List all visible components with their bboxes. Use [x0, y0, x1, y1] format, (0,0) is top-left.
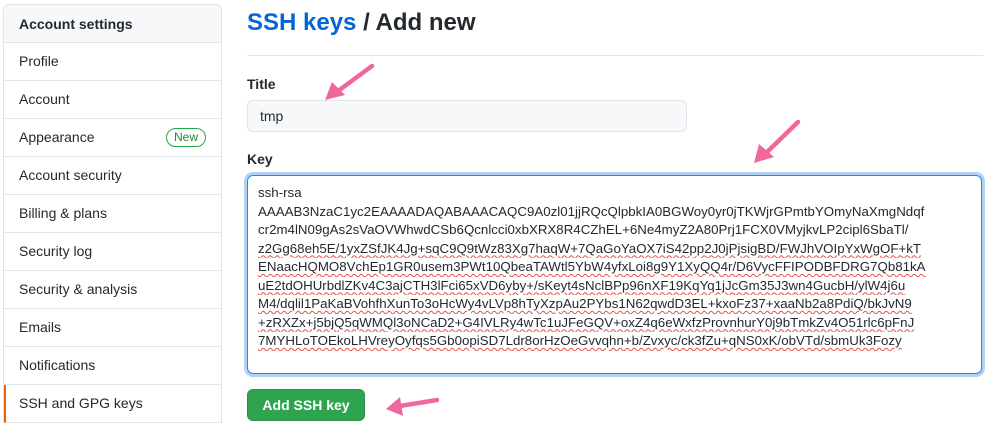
- key-line: +zRXZx+j5bjQ5qWMQl3oNCaD2+G4IVLRy4wTc1uJ…: [258, 314, 915, 330]
- key-line: uE2tdOHUrbdlZKv4C3ajCTH3lFci65xVD6yby+/s…: [258, 277, 906, 293]
- annotation-arrow-icon: [754, 119, 801, 163]
- ssh-keys-breadcrumb-link[interactable]: SSH keys: [247, 9, 356, 36]
- sidebar-item-profile[interactable]: Profile: [4, 43, 221, 81]
- add-ssh-key-button[interactable]: Add SSH key: [247, 389, 365, 421]
- sidebar-item-billing[interactable]: Billing & plans: [4, 195, 221, 233]
- key-line: AAAAB3NzaC1yc2EAAAADAQABAAACAQC9A0zl01jj…: [258, 203, 925, 219]
- sidebar-item-account-security[interactable]: Account security: [4, 157, 221, 195]
- sidebar-header: Account settings: [4, 5, 221, 43]
- annotation-arrow-icon: [325, 63, 375, 100]
- title-label: Title: [247, 76, 276, 92]
- sidebar-item-appearance[interactable]: Appearance New: [4, 119, 221, 157]
- title-input[interactable]: [247, 100, 687, 132]
- settings-sidebar: Account settings Profile Account Appeara…: [3, 4, 222, 423]
- page-title: SSH keys / Add new: [247, 8, 476, 38]
- annotation-arrow-icon: [386, 397, 440, 416]
- sidebar-item-label: Appearance: [19, 129, 95, 145]
- breadcrumb-current: / Add new: [356, 9, 476, 36]
- key-line: ENaacHQMO8VchEp1GR0usem3PWt10QbeaTAWtl5Y…: [258, 259, 926, 274]
- sidebar-item-security-log[interactable]: Security log: [4, 233, 221, 271]
- sidebar-item-account[interactable]: Account: [4, 81, 221, 119]
- sidebar-item-notifications[interactable]: Notifications: [4, 347, 221, 385]
- key-line: 7MYHLoTOEkoLHVreyOyfqs5Gb0opiSD7Ldr8orHz…: [258, 333, 902, 348]
- key-line: z2Gg68eh5E/1yxZSfJK4Jg+sqC9Q9tWz83Xg7haq…: [258, 240, 922, 256]
- key-textarea[interactable]: ssh-rsa AAAAB3NzaC1yc2EAAAADAQABAAACAQC9…: [247, 175, 982, 374]
- sidebar-item-emails[interactable]: Emails: [4, 309, 221, 347]
- key-line: ssh-rsa: [258, 185, 302, 200]
- title-divider: [247, 55, 983, 56]
- sidebar-item-ssh-gpg-keys[interactable]: SSH and GPG keys: [4, 385, 221, 423]
- sidebar-item-security-analysis[interactable]: Security & analysis: [4, 271, 221, 309]
- key-line: M4/dqlil1PaKaBVohfhXunTo3oHcWy4vLVp8hTyX…: [258, 296, 912, 311]
- key-label: Key: [247, 151, 273, 167]
- key-line: cr2m4lN09gAs2sVaOVWhwdCSb6Qcnlcci0xbXRX8…: [258, 222, 909, 237]
- new-badge: New: [165, 128, 206, 147]
